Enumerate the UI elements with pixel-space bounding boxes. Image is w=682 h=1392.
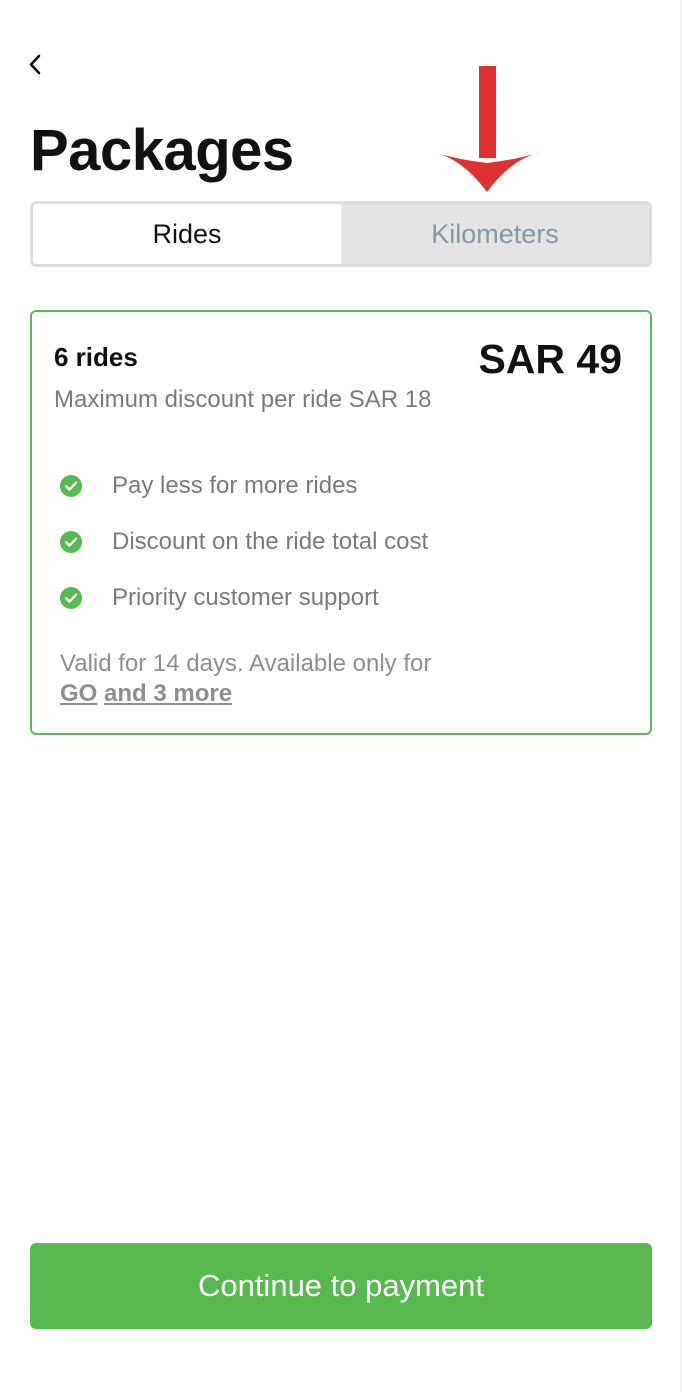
continue-to-payment-button[interactable]: Continue to payment xyxy=(30,1243,652,1329)
feature-text: Discount on the ride total cost xyxy=(112,528,429,555)
package-card[interactable]: 6 rides SAR 49 Maximum discount per ride… xyxy=(30,310,652,735)
tab-kilometers[interactable]: Kilometers xyxy=(341,204,649,264)
go-link[interactable]: GO xyxy=(60,680,97,707)
packages-screen: Packages Rides Kilometers 6 rides SAR 49… xyxy=(0,0,682,1392)
check-circle-icon xyxy=(60,531,82,553)
list-item: Discount on the ride total cost xyxy=(60,514,428,570)
check-circle-icon xyxy=(60,587,82,609)
tab-rides[interactable]: Rides xyxy=(33,204,341,264)
back-button[interactable] xyxy=(22,48,54,82)
page-title: Packages xyxy=(30,118,294,183)
service-links: GO and 3 more xyxy=(60,679,431,709)
feature-text: Pay less for more rides xyxy=(112,472,358,499)
package-price: SAR 49 xyxy=(478,336,622,382)
feature-text: Priority customer support xyxy=(112,584,379,611)
validity-text: Valid for 14 days. Available only for xyxy=(60,650,432,677)
feature-list: Pay less for more rides Discount on the … xyxy=(60,458,428,626)
validity-note: Valid for 14 days. Available only for GO… xyxy=(60,649,431,709)
package-type-tabs: Rides Kilometers xyxy=(30,201,652,267)
check-circle-icon xyxy=(60,475,82,497)
chevron-left-icon xyxy=(29,54,41,75)
red-arrow-down-icon xyxy=(432,66,542,192)
package-subtitle: Maximum discount per ride SAR 18 xyxy=(54,386,432,413)
list-item: Priority customer support xyxy=(60,570,428,626)
more-services-link[interactable]: and 3 more xyxy=(104,680,232,707)
package-title: 6 rides xyxy=(54,342,138,372)
list-item: Pay less for more rides xyxy=(60,458,428,514)
